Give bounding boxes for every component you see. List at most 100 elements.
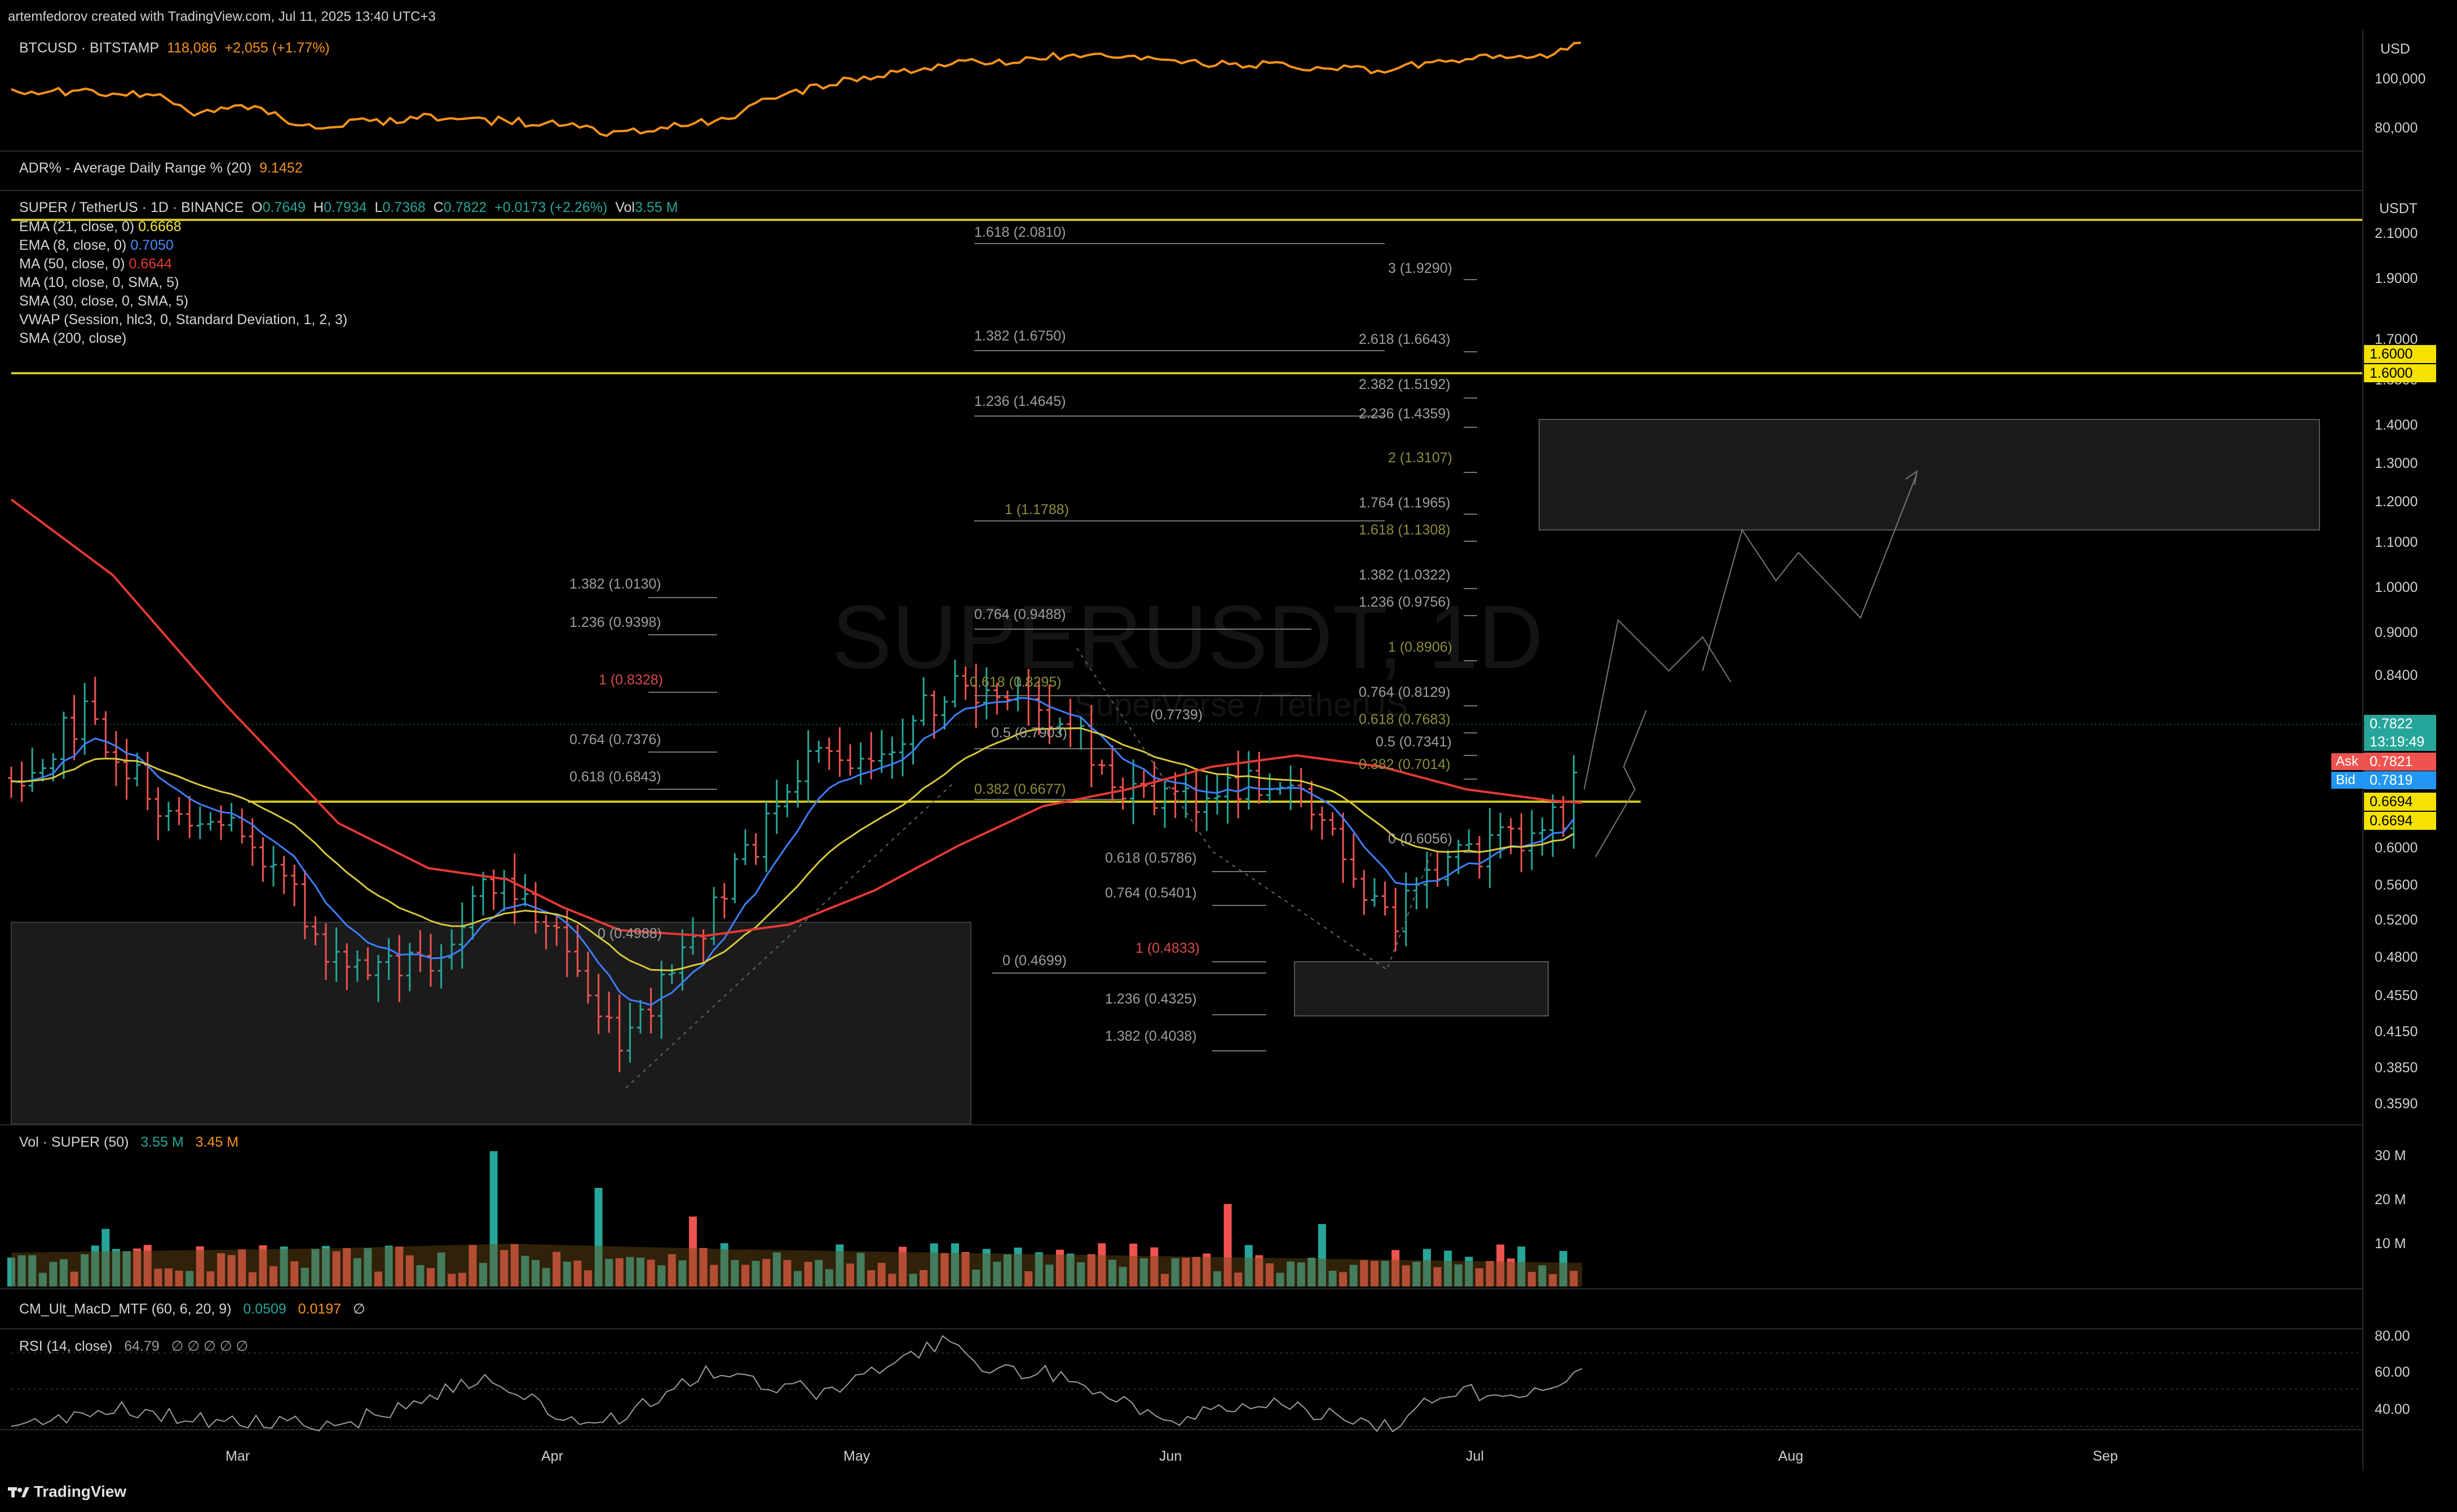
fib-level-label[interactable]: 0.5 (0.7903) [991, 726, 1067, 740]
rsi-axis-80: 80.00 [2375, 1328, 2410, 1344]
volume-legend: Vol · SUPER (50) 3.55 M 3.45 M [19, 1135, 238, 1150]
time-axis-jun: Jun [1159, 1448, 1182, 1464]
fib-level-label[interactable]: 1.382 (1.0322) [1359, 568, 1451, 582]
price-axis-label: 1.1000 [2375, 534, 2418, 550]
footer-brand-label: TradingView [33, 1483, 127, 1500]
fib-level-label[interactable]: 1.236 (0.9756) [1359, 595, 1451, 609]
fib-level-label[interactable]: 2 (1.3107) [1388, 451, 1452, 465]
volume-axis-20m: 20 M [2375, 1192, 2406, 1208]
price-axis-label: 0.9000 [2375, 625, 2418, 640]
volume-label: Vol · SUPER (50) [19, 1134, 129, 1150]
tradingview-logo-icon [8, 1486, 29, 1498]
rsi-axis-40: 40.00 [2375, 1402, 2410, 1417]
tradingview-logo-svg [8, 1487, 29, 1497]
rsi-value: 64.79 [124, 1338, 160, 1354]
ask-tag: 0.7821 [2364, 753, 2436, 771]
btc-price-line [11, 41, 1581, 138]
range-zone [11, 922, 971, 1125]
resistance-tag: 1.6000 [2364, 364, 2436, 382]
fib-level-label[interactable]: 0 (0.4988) [598, 927, 662, 941]
fib-level-label[interactable]: 0.764 (0.9488) [974, 608, 1066, 622]
macd-legend: CM_Ult_MacD_MTF (60, 6, 20, 9) 0.0509 0.… [19, 1302, 365, 1316]
fib-level-label[interactable]: 0.618 (0.8295) [970, 675, 1062, 689]
fib-level-label[interactable]: 1 (1.1788) [1005, 503, 1069, 517]
rsi-label: RSI (14, close) [19, 1338, 113, 1354]
fib-level-label[interactable]: 2.236 (1.4359) [1359, 407, 1451, 421]
price-axis-label: 0.3590 [2375, 1096, 2418, 1112]
price-axis-label: 1.0000 [2375, 580, 2418, 595]
support-tag: 0.6694 [2364, 812, 2436, 830]
fib-level-label[interactable]: 3 (1.9290) [1388, 262, 1452, 276]
time-axis-apr: Apr [541, 1448, 563, 1464]
price-axis-label: 0.5600 [2375, 877, 2418, 893]
fib-level-label[interactable]: 0.5 (0.7341) [1376, 735, 1452, 749]
footer-brand[interactable]: TradingView [8, 1484, 126, 1500]
fib-level-label[interactable]: 1.382 (1.6750) [974, 329, 1066, 343]
fib-level-label[interactable]: 0 (0.6056) [1388, 832, 1452, 846]
fib-level-label[interactable]: 1 (0.4833) [1135, 941, 1200, 956]
bid-label: Bid [2331, 772, 2364, 789]
demand-zone [1294, 961, 1549, 1016]
price-axis-label: 0.8400 [2375, 667, 2418, 683]
fib-level-label[interactable]: 2.382 (1.5192) [1359, 378, 1451, 392]
fib-level-label[interactable]: 0.764 (0.7376) [569, 733, 661, 747]
fib-level-label[interactable]: 0.764 (0.5401) [1105, 886, 1197, 900]
macd-value-3: ∅ [352, 1301, 365, 1317]
volume-axis-30m: 30 M [2375, 1148, 2406, 1164]
bid-tag: 0.7819 [2364, 771, 2436, 789]
price-axis-label: 1.2000 [2375, 494, 2418, 510]
fib-level-label[interactable]: 1.382 (1.0130) [569, 577, 661, 591]
fib-level-label[interactable]: 2.618 (1.6643) [1359, 333, 1451, 347]
time-axis-may: May [843, 1448, 870, 1464]
macd-value-1: 0.0509 [243, 1301, 286, 1317]
support-tag: 0.6694 [2364, 793, 2436, 811]
fib-level-label[interactable]: 1.236 (0.9398) [569, 616, 661, 630]
rsi-extra: ∅ ∅ ∅ ∅ ∅ [171, 1338, 249, 1354]
volume-value-1: 3.55 M [140, 1134, 184, 1150]
time-axis-jul: Jul [1466, 1448, 1484, 1464]
price-axis-label: 0.4550 [2375, 988, 2418, 1003]
fib-level-label[interactable]: 1.618 (2.0810) [974, 226, 1066, 240]
resistance-tag: 1.6000 [2364, 345, 2436, 363]
fib-level-label[interactable]: 0.382 (0.6677) [974, 782, 1066, 797]
fib-level-label[interactable]: 0.382 (0.7014) [1359, 758, 1451, 772]
projection-path [1595, 710, 1647, 857]
macd-value-2: 0.0197 [298, 1301, 342, 1317]
fib-level-label[interactable]: 0.618 (0.5786) [1105, 851, 1197, 865]
price-axis-label: 1.4000 [2375, 417, 2418, 433]
chart-canvas[interactable] [0, 0, 2457, 1512]
price-axis-label: 1.3000 [2375, 456, 2418, 471]
fib-level-label[interactable]: 0 (0.4699) [1002, 954, 1067, 968]
fib-level-label[interactable]: 1.764 (1.1965) [1359, 496, 1451, 510]
fib-level-label[interactable]: 1.236 (1.4645) [974, 395, 1066, 409]
fib-level-label[interactable]: 1.382 (0.4038) [1105, 1029, 1197, 1044]
price-axis-label: 0.4150 [2375, 1024, 2418, 1040]
last-price-tag: 0.7822 [2364, 715, 2436, 733]
time-axis-sep: Sep [2093, 1448, 2118, 1464]
time-axis-mar: Mar [226, 1448, 250, 1464]
fib-level-label[interactable]: 1.236 (0.4325) [1105, 992, 1197, 1006]
rsi-axis-60: 60.00 [2375, 1364, 2410, 1380]
price-axis-label: 0.3850 [2375, 1060, 2418, 1076]
fib-level-label[interactable]: 1 (0.8906) [1388, 640, 1452, 655]
macd-label: CM_Ult_MacD_MTF (60, 6, 20, 9) [19, 1301, 232, 1317]
price-axis-label: 2.1000 [2375, 226, 2418, 241]
fib-level-label[interactable]: 1 (0.8328) [599, 673, 663, 687]
fib-level-label[interactable]: 1.618 (1.1308) [1359, 523, 1451, 537]
projection-path [1584, 618, 1731, 790]
fib-level-label[interactable]: 0.618 (0.7683) [1359, 713, 1451, 727]
volume-ma-area [11, 1244, 1582, 1286]
price-axis-label: 0.6000 [2375, 840, 2418, 856]
fib-level-label[interactable]: 0.764 (0.8129) [1359, 686, 1451, 700]
volume-axis-10m: 10 M [2375, 1236, 2406, 1252]
target-zone [1539, 419, 2320, 530]
rsi-legend: RSI (14, close) 64.79 ∅ ∅ ∅ ∅ ∅ [19, 1339, 248, 1354]
fib-level-label[interactable]: (0.7739) [1150, 708, 1203, 722]
price-axis-label: 0.4800 [2375, 949, 2418, 965]
fib-level-label[interactable]: 0.618 (0.6843) [569, 770, 661, 784]
price-axis-label: 1.9000 [2375, 271, 2418, 286]
ma-50-line [10, 498, 1583, 938]
price-axis-label: 0.5200 [2375, 912, 2418, 928]
countdown-tag: 13:19:49 [2364, 733, 2436, 751]
ask-label: Ask [2331, 753, 2364, 770]
